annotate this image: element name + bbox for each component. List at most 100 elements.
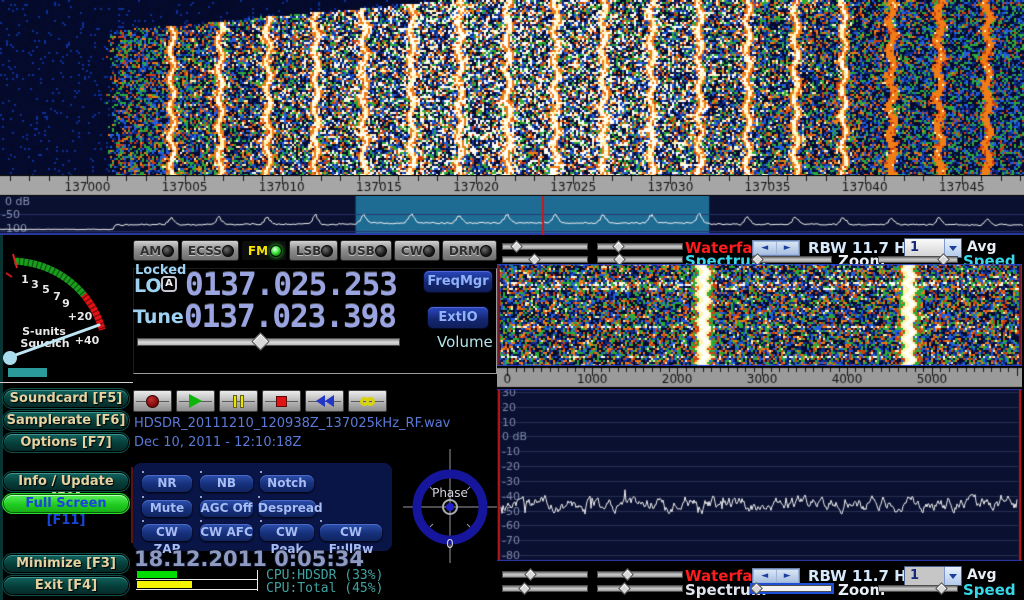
s-meter-tick-label: 9	[62, 297, 70, 310]
cpu-total-text: CPU:Total (45%)	[266, 581, 383, 596]
speed-label-2: Speed	[963, 581, 1016, 599]
phase-center-dot	[446, 503, 454, 511]
mode-led-icon	[222, 245, 234, 257]
cpu-meter	[136, 570, 258, 591]
cpu-hdsdr-bar	[136, 570, 257, 580]
mode-label: CW	[401, 244, 423, 258]
freqmgr-button[interactable]: FreqMgr	[424, 271, 492, 292]
spectrum-offset-slider-2[interactable]	[597, 584, 683, 593]
despread-button[interactable]: Despread	[258, 500, 316, 517]
agc-button[interactable]: AGC Off	[200, 500, 253, 517]
playback-controls	[133, 390, 387, 412]
mode-am-button[interactable]: AM	[133, 240, 179, 261]
rewind-icon	[316, 395, 334, 407]
fullscreen-button[interactable]: Full Screen [F11]	[4, 495, 128, 512]
cw-zap-button[interactable]: CW ZAP	[142, 524, 192, 541]
zoom-frequency-scale[interactable]	[497, 367, 1022, 388]
samplerate-button[interactable]: Samplerate [F6]	[4, 412, 128, 429]
s-meter-tick-label: 5	[42, 283, 50, 296]
exit-button[interactable]: Exit [F4]	[4, 577, 128, 594]
cw-afc-button[interactable]: CW AFC	[200, 524, 253, 541]
mode-led-icon	[423, 245, 435, 257]
mode-button-row: AM ECSS FM LSB USB CW DRM	[133, 240, 497, 261]
mode-label: LSB	[296, 244, 321, 258]
loop-icon	[360, 397, 375, 406]
pause-icon	[233, 395, 244, 408]
nr-button[interactable]: NR	[142, 475, 192, 492]
dropdown-arrow-icon[interactable]	[944, 567, 961, 585]
stop-button[interactable]	[262, 390, 301, 412]
s-meter-mark	[6, 273, 12, 277]
waterfall-brightness-slider-2[interactable]	[502, 570, 588, 579]
s-meter-pivot	[3, 351, 17, 365]
mode-fm-button[interactable]: FM	[241, 240, 287, 261]
cw-fullbw-button[interactable]: CW FullBw	[320, 524, 382, 541]
options-button[interactable]: Options [F7]	[4, 434, 128, 451]
mode-led-icon	[480, 245, 492, 257]
phase-value: 0	[446, 537, 454, 551]
zoom-spectrum-display[interactable]	[497, 389, 1022, 561]
spectrum-gain-slider-2[interactable]	[502, 584, 588, 593]
loop-button[interactable]	[348, 390, 387, 412]
spectrum-offset-slider[interactable]	[597, 255, 683, 264]
zoom-slider-2[interactable]	[752, 584, 832, 593]
cpu-total-bar	[136, 580, 257, 590]
mode-led-icon	[270, 245, 282, 257]
s-meter: 1 3 5 7 9 +20 +40 S-units Squelch	[0, 244, 133, 382]
phase-label: Phase	[432, 486, 468, 500]
extio-button[interactable]: ExtIO	[428, 307, 488, 328]
lo-label: LO	[134, 275, 162, 297]
mode-usb-button[interactable]: USB	[340, 240, 392, 261]
play-icon	[189, 394, 202, 408]
s-meter-tick-label: 1	[21, 273, 29, 286]
rewind-button[interactable]	[305, 390, 344, 412]
mode-label: USB	[347, 244, 375, 258]
soundcard-button[interactable]: Soundcard [F5]	[4, 390, 128, 407]
mode-led-icon	[375, 245, 387, 257]
speed-slider-2[interactable]	[878, 584, 958, 593]
phase-dial: Phase 0	[402, 447, 498, 565]
mode-led-icon	[321, 245, 333, 257]
waterfall-brightness-slider[interactable]	[502, 242, 588, 251]
rbw-increase-button[interactable]: ►	[777, 242, 799, 254]
minimize-button[interactable]: Minimize [F3]	[4, 555, 128, 572]
main-frequency-scale[interactable]	[0, 175, 1024, 196]
volume-slider[interactable]	[137, 337, 400, 347]
mode-label: ECSS	[188, 244, 222, 258]
mode-label: FM	[248, 244, 268, 258]
spectrum-gain-slider[interactable]	[502, 255, 588, 264]
mode-ecss-button[interactable]: ECSS	[181, 240, 239, 261]
tune-label: Tune	[133, 306, 184, 328]
notch-button[interactable]: Notch	[260, 475, 314, 492]
main-waterfall-display[interactable]	[0, 0, 1024, 175]
nb-button[interactable]: NB	[200, 475, 253, 492]
squelch-level-bar[interactable]	[8, 368, 47, 377]
play-button[interactable]	[176, 390, 215, 412]
mode-led-icon	[162, 245, 174, 257]
mute-button[interactable]: Mute	[142, 500, 192, 517]
mode-drm-button[interactable]: DRM	[442, 240, 497, 261]
s-meter-tick-label: +40	[75, 334, 100, 347]
pause-button[interactable]	[219, 390, 258, 412]
mode-cw-button[interactable]: CW	[394, 240, 440, 261]
auto-lo-button[interactable]: A	[161, 276, 177, 292]
divider	[0, 382, 133, 383]
zoom-slider[interactable]	[752, 255, 832, 264]
speed-slider[interactable]	[878, 255, 958, 264]
recording-date: Dec 10, 2011 - 12:10:18Z	[134, 435, 301, 450]
main-spectrum-display[interactable]	[0, 196, 1024, 235]
rbw-increase-button-2[interactable]: ►	[777, 570, 799, 582]
lo-frequency-display[interactable]: 0137.025.253	[185, 267, 397, 303]
record-button[interactable]	[133, 390, 172, 412]
waterfall-contrast-slider[interactable]	[597, 242, 683, 251]
cw-peak-button[interactable]: CW Peak	[260, 524, 314, 541]
s-meter-tick-label: +20	[68, 310, 93, 323]
recording-filename: HDSDR_20111210_120938Z_137025kHz_RF.wav	[134, 416, 450, 431]
s-meter-tick-label: 3	[31, 278, 39, 291]
avg-dropdown-2[interactable]: 1	[904, 566, 962, 586]
waterfall-contrast-slider-2[interactable]	[597, 570, 683, 579]
mode-lsb-button[interactable]: LSB	[289, 240, 338, 261]
tune-frequency-display[interactable]: 0137.023.398	[184, 299, 396, 335]
zoom-waterfall-display[interactable]	[497, 264, 1022, 366]
info-update-button[interactable]: Info / Update [F9]	[4, 473, 128, 490]
